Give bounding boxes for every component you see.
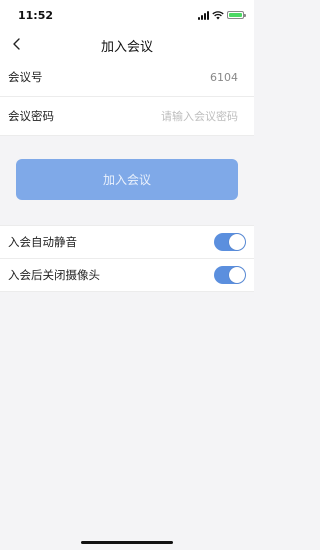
join-meeting-button[interactable]: 加入会议 bbox=[16, 159, 238, 200]
options-list: 入会自动静音 入会后关闭摄像头 bbox=[0, 225, 254, 292]
battery-level bbox=[229, 13, 242, 17]
wifi-icon bbox=[212, 10, 224, 20]
option-row-auto-mute: 入会自动静音 bbox=[0, 226, 254, 259]
meeting-id-label: 会议号 bbox=[8, 70, 43, 84]
password-input[interactable] bbox=[128, 109, 238, 123]
auto-mute-label: 入会自动静音 bbox=[8, 235, 77, 249]
option-row-camera-off: 入会后关闭摄像头 bbox=[0, 259, 254, 292]
status-time: 11:52 bbox=[18, 9, 54, 22]
status-bar: 11:52 bbox=[0, 0, 254, 30]
nav-bar: 加入会议 bbox=[0, 30, 254, 58]
status-icons bbox=[198, 9, 246, 21]
meeting-id-row[interactable]: 会议号 6104 bbox=[0, 58, 254, 97]
camera-off-label: 入会后关闭摄像头 bbox=[8, 268, 100, 282]
meeting-id-field[interactable]: 6104 bbox=[210, 71, 238, 84]
toggle-knob bbox=[229, 267, 245, 283]
password-label: 会议密码 bbox=[8, 109, 54, 123]
join-form: 会议号 6104 会议密码 bbox=[0, 58, 254, 136]
auto-mute-toggle[interactable] bbox=[214, 233, 246, 251]
password-row[interactable]: 会议密码 bbox=[0, 97, 254, 136]
page-title: 加入会议 bbox=[100, 40, 153, 55]
camera-off-toggle[interactable] bbox=[214, 266, 246, 284]
battery-icon bbox=[227, 11, 246, 19]
toggle-knob bbox=[229, 234, 245, 250]
signal-icon bbox=[198, 10, 209, 20]
home-indicator bbox=[81, 541, 173, 544]
